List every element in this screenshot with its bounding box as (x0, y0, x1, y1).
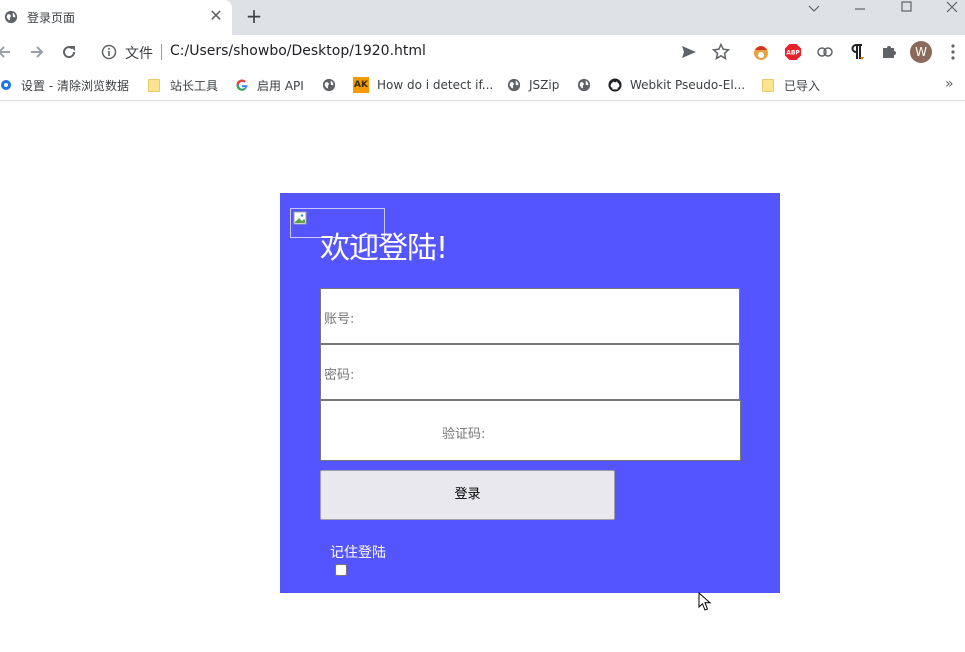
pilcrow-icon[interactable] (848, 43, 866, 61)
forward-icon[interactable] (27, 42, 47, 62)
folder-icon (762, 78, 774, 92)
close-window-icon[interactable] (942, 0, 962, 14)
bookmarks-bar: 设置 - 清除浏览数据 站长工具 启用 API AK How do i dete… (0, 69, 965, 101)
tab-search-icon[interactable] (804, 2, 824, 16)
url-scheme-label: 文件 (125, 46, 153, 62)
globe-icon (577, 78, 591, 92)
bookmark-item[interactable] (577, 76, 599, 94)
login-panel: 欢迎登陆! 账号: 密码: 验证码: 登录 记住登陆 (280, 193, 780, 593)
bookmark-item[interactable]: Webkit Pseudo-El... (608, 76, 745, 94)
globe-icon (507, 78, 521, 92)
send-icon[interactable] (680, 43, 698, 61)
remember-checkbox[interactable] (335, 564, 347, 576)
mouse-cursor-icon (698, 592, 712, 611)
url-separator (161, 44, 162, 60)
bookmark-item[interactable]: 站长工具 (148, 76, 218, 94)
bookmarks-more-icon[interactable]: » (945, 76, 954, 92)
bookmark-item[interactable] (322, 76, 344, 94)
adblock-plus-icon[interactable]: ABP (784, 43, 802, 61)
bookmark-item[interactable]: JSZip (507, 76, 559, 94)
back-icon[interactable] (0, 42, 14, 62)
bookmark-item[interactable]: 设置 - 清除浏览数据 (0, 76, 129, 94)
bookmark-item[interactable]: 启用 API (235, 76, 304, 94)
site-info-icon[interactable] (101, 44, 117, 60)
extensions-puzzle-icon[interactable] (880, 43, 898, 61)
globe-icon (4, 10, 18, 24)
globe-icon (322, 78, 336, 92)
captcha-label: 验证码: (442, 427, 486, 442)
gear-icon (1, 80, 11, 90)
captcha-input[interactable]: 验证码: (320, 400, 741, 461)
bookmark-item[interactable]: 已导入 (762, 76, 820, 94)
star-icon[interactable] (712, 43, 730, 61)
extension-santa-icon[interactable] (752, 43, 770, 61)
tab-active[interactable]: 登录页面 ✕ (0, 0, 232, 35)
account-input[interactable]: 账号: (320, 288, 740, 344)
extension-link-icon[interactable] (816, 43, 834, 61)
profile-avatar[interactable]: W (910, 41, 932, 63)
bookmark-item[interactable]: AK How do i detect if... (353, 76, 493, 94)
svg-text:ABP: ABP (786, 50, 800, 57)
menu-dots-icon[interactable] (944, 43, 962, 61)
ak-icon: AK (353, 77, 369, 93)
tab-strip: 登录页面 ✕ + (0, 0, 965, 35)
google-icon (236, 79, 248, 91)
account-label: 账号: (324, 312, 355, 327)
page-title: 欢迎登陆! (320, 231, 448, 266)
remember-label: 记住登陆 (330, 545, 386, 561)
password-input[interactable]: 密码: (320, 344, 740, 400)
tab-close-icon[interactable]: ✕ (207, 6, 225, 26)
folder-icon (148, 78, 160, 92)
tab-title: 登录页面 (27, 11, 76, 25)
minimize-icon[interactable] (850, 2, 870, 16)
login-button[interactable]: 登录 (320, 470, 615, 520)
address-bar[interactable]: C:/Users/showbo/Desktop/1920.html (170, 43, 426, 59)
reload-icon[interactable] (59, 42, 79, 62)
maximize-icon[interactable] (896, 0, 916, 14)
password-label: 密码: (324, 368, 355, 383)
new-tab-button[interactable]: + (243, 5, 265, 27)
github-icon (608, 78, 622, 92)
